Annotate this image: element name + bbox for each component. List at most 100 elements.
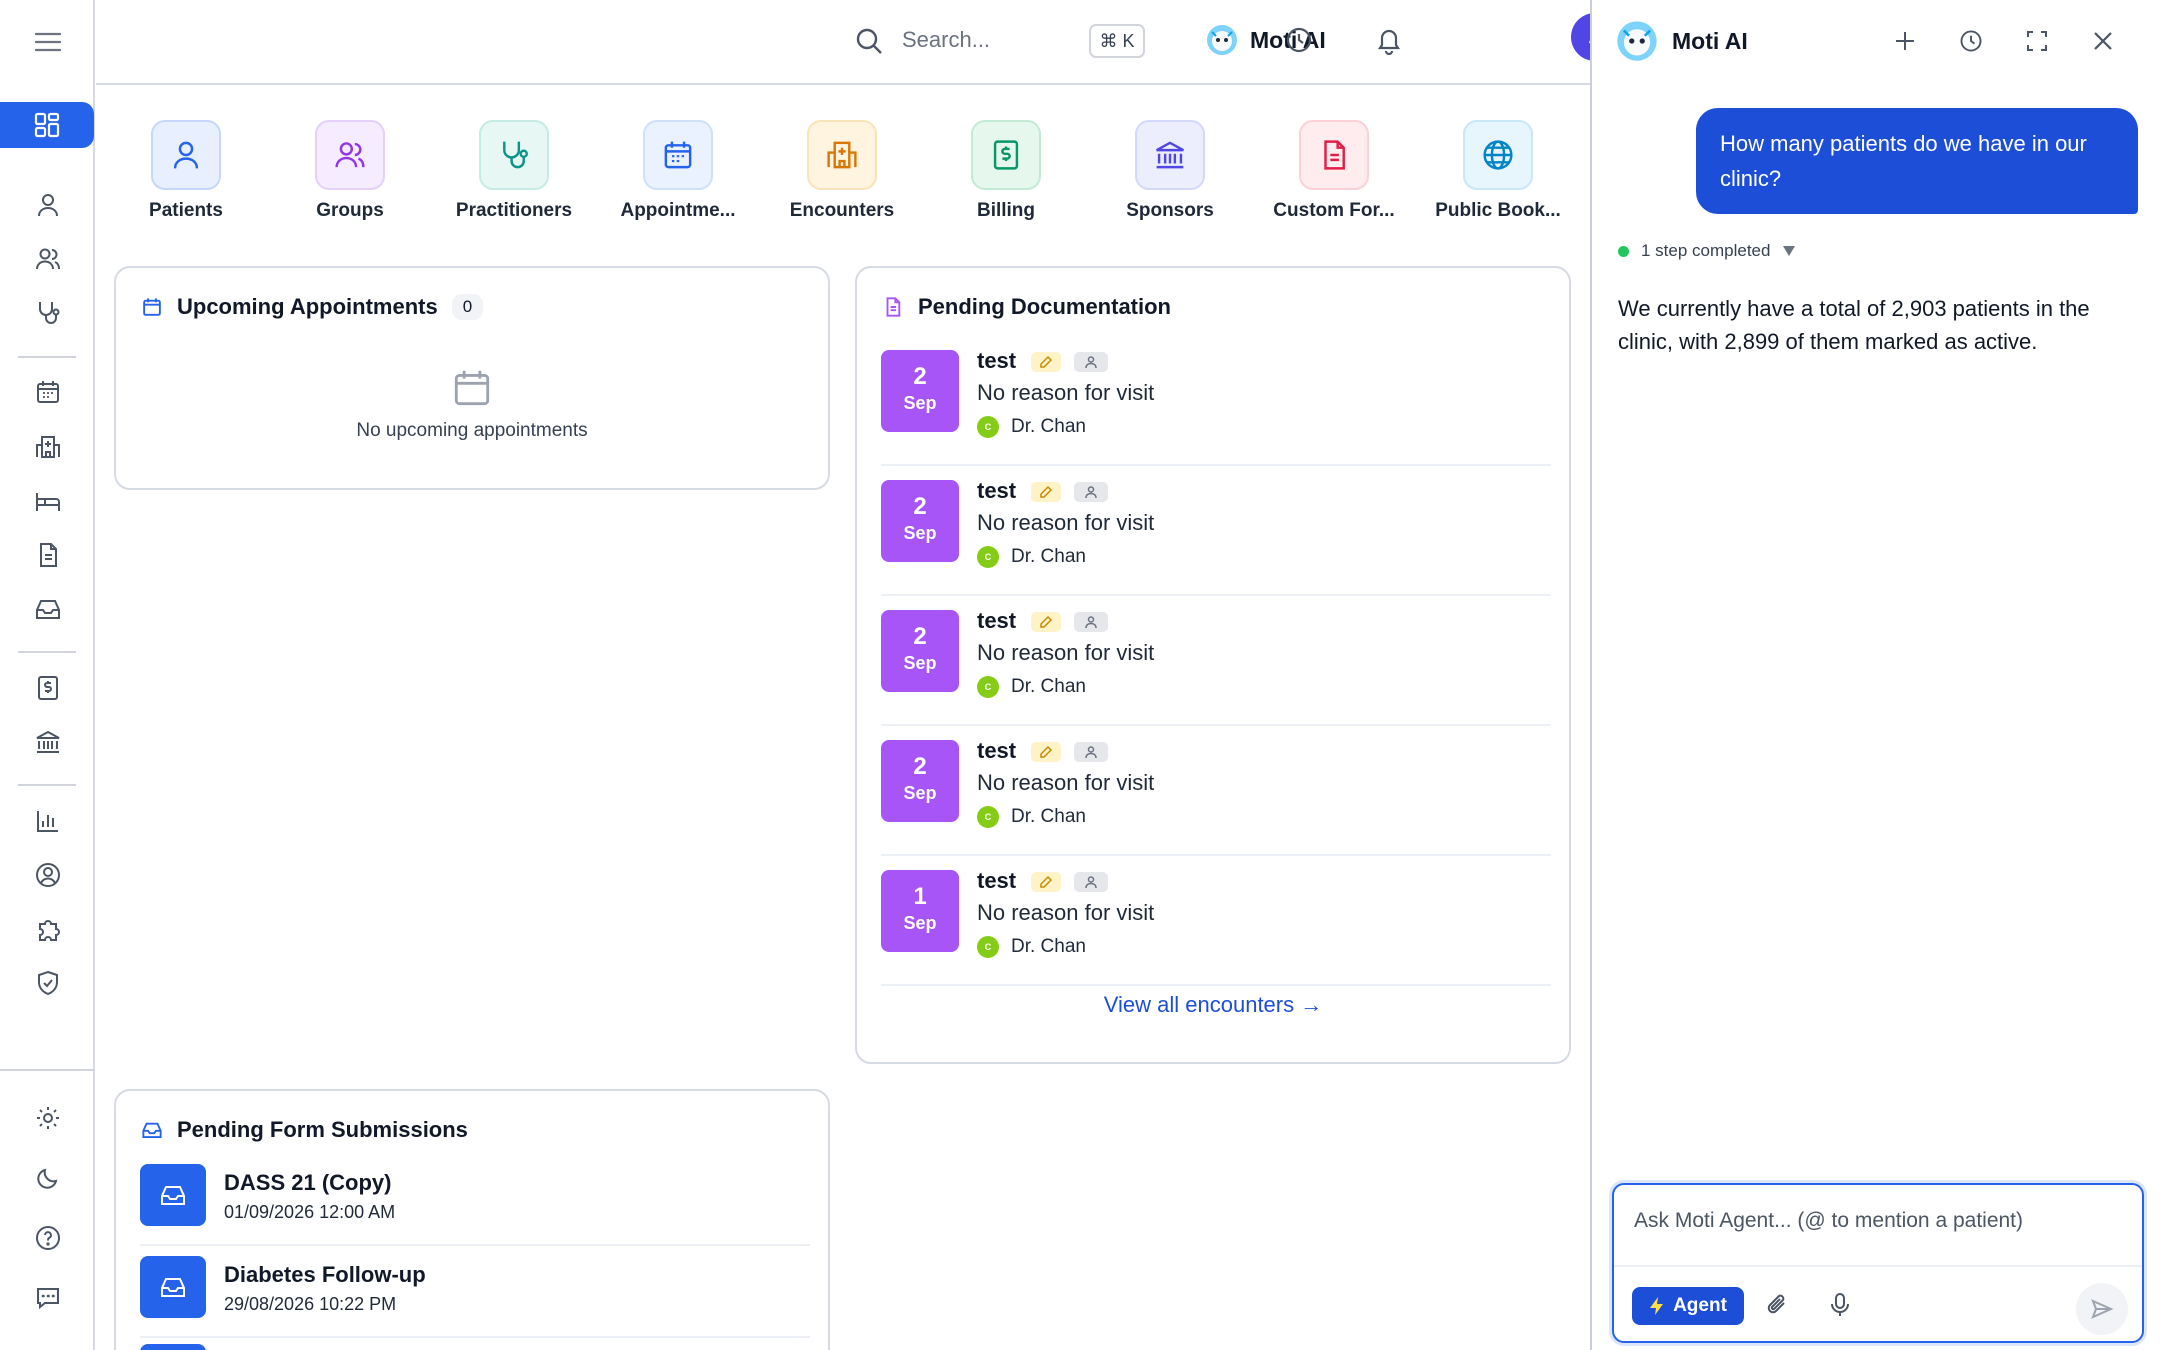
encounter-title: test bbox=[977, 478, 1017, 503]
bank-icon bbox=[34, 728, 62, 756]
view-all-encounters-link[interactable]: View all encounters → bbox=[857, 992, 1569, 1018]
provider-avatar: C bbox=[977, 806, 999, 828]
quick-link-practitioners[interactable]: Practitioners bbox=[434, 120, 594, 222]
moti-logo-icon bbox=[1206, 24, 1238, 56]
inbox-icon bbox=[140, 1256, 206, 1318]
bell-icon[interactable] bbox=[1374, 25, 1404, 55]
sidebar-item-reports[interactable] bbox=[0, 797, 95, 845]
sidebar-item-practitioners[interactable] bbox=[0, 289, 95, 337]
bar-chart-icon bbox=[34, 807, 62, 835]
date-month: Sep bbox=[903, 523, 937, 543]
form-date: 01/09/2026 12:00 AM bbox=[224, 1202, 396, 1222]
quick-link-label: Appointme... bbox=[620, 200, 736, 221]
inbox-icon bbox=[140, 1164, 206, 1226]
encounter-item[interactable]: 2 Sep test No reason for visit C Dr. Cha… bbox=[881, 726, 1551, 856]
edit-icon bbox=[1031, 742, 1061, 762]
search-icon[interactable] bbox=[854, 26, 884, 56]
sidebar-item-help[interactable] bbox=[0, 1214, 95, 1262]
sidebar-item-feedback[interactable] bbox=[0, 1274, 95, 1322]
sidebar-item-account[interactable] bbox=[0, 851, 95, 899]
chat-composer: Ask Moti Agent... (@ to mention a patien… bbox=[1612, 1183, 2144, 1343]
form-submission-item-partial bbox=[140, 1344, 206, 1350]
calendar-empty-icon bbox=[450, 366, 494, 410]
quick-link-patients[interactable]: Patients bbox=[106, 120, 266, 222]
moti-logo-icon bbox=[1616, 20, 1658, 62]
sidebar-item-sponsors[interactable] bbox=[0, 718, 95, 766]
close-icon[interactable] bbox=[2090, 28, 2116, 54]
person-icon bbox=[1074, 742, 1108, 762]
inbox-icon bbox=[34, 595, 62, 623]
sidebar-item-documents[interactable] bbox=[0, 531, 95, 579]
encounter-item[interactable]: 1 Sep test No reason for visit C Dr. Cha… bbox=[881, 856, 1551, 986]
quick-link-encounters[interactable]: Encounters bbox=[762, 120, 922, 222]
encounter-item[interactable]: 2 Sep test No reason for visit C Dr. Cha… bbox=[881, 336, 1551, 466]
sidebar-item-settings[interactable] bbox=[0, 1094, 95, 1142]
user-icon bbox=[151, 120, 221, 190]
expand-icon[interactable] bbox=[2024, 28, 2050, 54]
user-message: How many patients do we have in our clin… bbox=[1696, 108, 2138, 214]
shield-icon bbox=[34, 969, 62, 997]
visit-reason: No reason for visit bbox=[977, 640, 1155, 665]
card-title: Upcoming Appointments bbox=[177, 294, 438, 319]
sidebar-item-appointments[interactable] bbox=[0, 368, 95, 416]
agent-mode-button[interactable]: Agent bbox=[1632, 1287, 1744, 1325]
sidebar-item-beds[interactable] bbox=[0, 477, 95, 525]
paperclip-icon[interactable] bbox=[1764, 1291, 1792, 1319]
sidebar-item-encounters[interactable] bbox=[0, 423, 95, 471]
sidebar-item-inbox[interactable] bbox=[0, 585, 95, 633]
quick-link-sponsors[interactable]: Sponsors bbox=[1090, 120, 1250, 222]
provider-avatar: C bbox=[977, 416, 999, 438]
date-month: Sep bbox=[903, 913, 937, 933]
encounter-item[interactable]: 2 Sep test No reason for visit C Dr. Cha… bbox=[881, 466, 1551, 596]
quick-link-public-booking[interactable]: Public Book... bbox=[1418, 120, 1578, 222]
quick-link-appointments[interactable]: Appointme... bbox=[598, 120, 758, 222]
receipt-dollar-icon bbox=[971, 120, 1041, 190]
users-icon bbox=[34, 245, 62, 273]
visit-reason: No reason for visit bbox=[977, 900, 1155, 925]
encounter-item[interactable]: 2 Sep test No reason for visit C Dr. Cha… bbox=[881, 596, 1551, 726]
sidebar-item-integrations[interactable] bbox=[0, 905, 95, 953]
sidebar-item-billing[interactable] bbox=[0, 664, 95, 712]
send-button[interactable] bbox=[2076, 1283, 2128, 1335]
form-submission-item[interactable]: DASS 21 (Copy) 01/09/2026 12:00 AM bbox=[140, 1164, 810, 1256]
menu-icon[interactable] bbox=[29, 25, 67, 59]
provider-avatar: C bbox=[977, 676, 999, 698]
history-icon[interactable] bbox=[1284, 25, 1314, 55]
quick-link-billing[interactable]: Billing bbox=[926, 120, 1086, 222]
search-shortcut: ⌘ K bbox=[1089, 24, 1145, 58]
sidebar-item-dashboard[interactable] bbox=[0, 102, 94, 148]
user-icon bbox=[34, 191, 62, 219]
sidebar-item-patients[interactable] bbox=[0, 181, 95, 229]
microphone-icon[interactable] bbox=[1826, 1291, 1854, 1319]
date-badge: 1 Sep bbox=[881, 870, 959, 952]
encounter-title: test bbox=[977, 348, 1017, 373]
chat-input[interactable]: Ask Moti Agent... (@ to mention a patien… bbox=[1634, 1209, 2023, 1233]
search-input[interactable]: Search... bbox=[902, 27, 990, 53]
sidebar-item-groups[interactable] bbox=[0, 235, 95, 283]
panel-title: Moti AI bbox=[1672, 27, 1748, 54]
quick-link-custom-forms[interactable]: Custom For... bbox=[1254, 120, 1414, 222]
quick-link-label: Custom For... bbox=[1273, 200, 1395, 221]
date-month: Sep bbox=[903, 653, 937, 673]
form-submission-item[interactable]: Diabetes Follow-up 29/08/2026 10:22 PM bbox=[140, 1256, 810, 1348]
calendar-icon bbox=[643, 120, 713, 190]
plus-icon[interactable] bbox=[1892, 28, 1918, 54]
sidebar-item-theme[interactable] bbox=[0, 1154, 95, 1202]
help-icon bbox=[34, 1224, 62, 1252]
quick-link-label: Billing bbox=[976, 200, 1036, 221]
history-icon[interactable] bbox=[1958, 28, 1984, 54]
sidebar-rail bbox=[0, 0, 95, 1350]
top-bar: Search... ⌘ K Moti AI A bbox=[96, 0, 1620, 85]
user-circle-icon bbox=[34, 861, 62, 889]
count-badge: 0 bbox=[451, 294, 484, 320]
hospital-icon bbox=[34, 433, 62, 461]
upcoming-appointments-card: Upcoming Appointments 0 No upcoming appo… bbox=[114, 266, 830, 490]
form-name: DASS 21 (Copy) bbox=[224, 1170, 392, 1195]
quick-link-label: Patients bbox=[149, 200, 223, 221]
step-status[interactable]: 1 step completed bbox=[1618, 241, 1796, 261]
card-title: Pending Documentation bbox=[918, 294, 1171, 319]
visit-reason: No reason for visit bbox=[977, 380, 1155, 405]
person-icon bbox=[1074, 352, 1108, 372]
sidebar-item-security[interactable] bbox=[0, 959, 95, 1007]
quick-link-groups[interactable]: Groups bbox=[270, 120, 430, 222]
